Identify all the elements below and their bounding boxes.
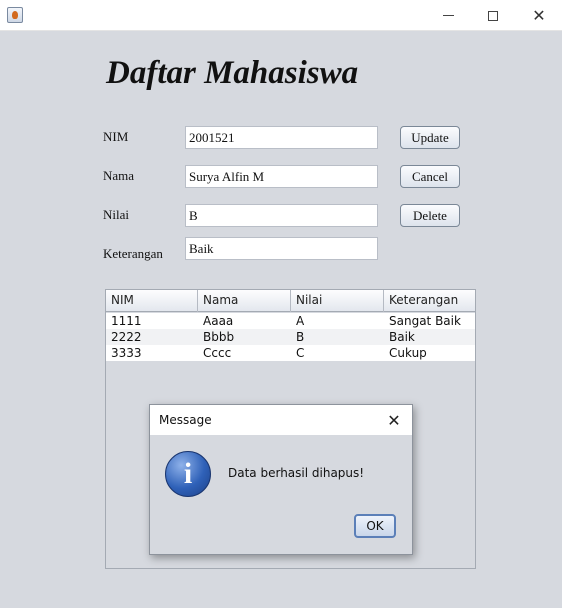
table-cell: Aaaa <box>203 314 234 328</box>
delete-button[interactable]: Delete <box>400 204 460 227</box>
ok-button[interactable]: OK <box>354 514 396 538</box>
table-cell: Sangat Baik <box>389 314 461 328</box>
maximize-icon <box>488 10 498 21</box>
dialog-title: Message <box>159 413 212 427</box>
table-row[interactable]: 1111 Aaaa A Sangat Baik <box>106 313 475 329</box>
keterangan-label: Keterangan <box>103 246 163 261</box>
table-cell: 2222 <box>111 330 142 344</box>
update-button[interactable]: Update <box>400 126 460 149</box>
table-cell: B <box>296 330 305 344</box>
keterangan-field[interactable] <box>185 237 378 260</box>
nilai-label: Nilai <box>103 207 129 222</box>
table-row[interactable]: 3333 Cccc C Cukup <box>106 345 475 361</box>
dialog-close-button[interactable]: ✕ <box>382 408 406 432</box>
column-header-nilai[interactable]: Nilai <box>291 290 384 312</box>
table-cell: 3333 <box>111 346 142 360</box>
table-cell: A <box>296 314 305 328</box>
nama-label: Nama <box>103 168 135 183</box>
java-app-icon <box>7 7 23 23</box>
page-title: Daftar Mahasiswa <box>106 55 359 91</box>
table-cell: C <box>296 346 305 360</box>
minimize-button[interactable] <box>425 0 471 31</box>
table-cell: Cukup <box>389 346 427 360</box>
dialog-message: Data berhasil dihapus! <box>228 466 365 480</box>
table-cell: Baik <box>389 330 415 344</box>
close-icon: ✕ <box>387 410 401 430</box>
column-header-nim[interactable]: NIM <box>106 290 198 312</box>
nilai-field[interactable] <box>185 204 378 227</box>
nim-label: NIM <box>103 129 129 144</box>
table-cell: Bbbb <box>203 330 235 344</box>
nim-field[interactable] <box>185 126 378 149</box>
dialog-titlebar: Message ✕ <box>150 405 412 435</box>
info-icon: i <box>165 451 211 497</box>
window-titlebar: ✕ <box>0 0 562 31</box>
column-header-nama[interactable]: Nama <box>198 290 291 312</box>
nama-field[interactable] <box>185 165 378 188</box>
table-cell: Cccc <box>203 346 232 360</box>
table-header: NIM Nama Nilai Keterangan <box>106 290 475 312</box>
table-cell: 1111 <box>111 314 142 328</box>
column-header-keterangan[interactable]: Keterangan <box>384 290 475 312</box>
table-row[interactable]: 2222 Bbbb B Baik <box>106 329 475 345</box>
close-icon: ✕ <box>532 6 546 25</box>
table-body: 1111 Aaaa A Sangat Baik 2222 Bbbb B Baik… <box>106 313 475 361</box>
cancel-button[interactable]: Cancel <box>400 165 460 188</box>
info-glyph: i <box>183 457 193 490</box>
minimize-icon <box>442 15 454 16</box>
close-button[interactable]: ✕ <box>516 0 562 31</box>
message-dialog: Message ✕ i Data berhasil dihapus! OK <box>149 404 413 555</box>
maximize-button[interactable] <box>470 0 516 31</box>
